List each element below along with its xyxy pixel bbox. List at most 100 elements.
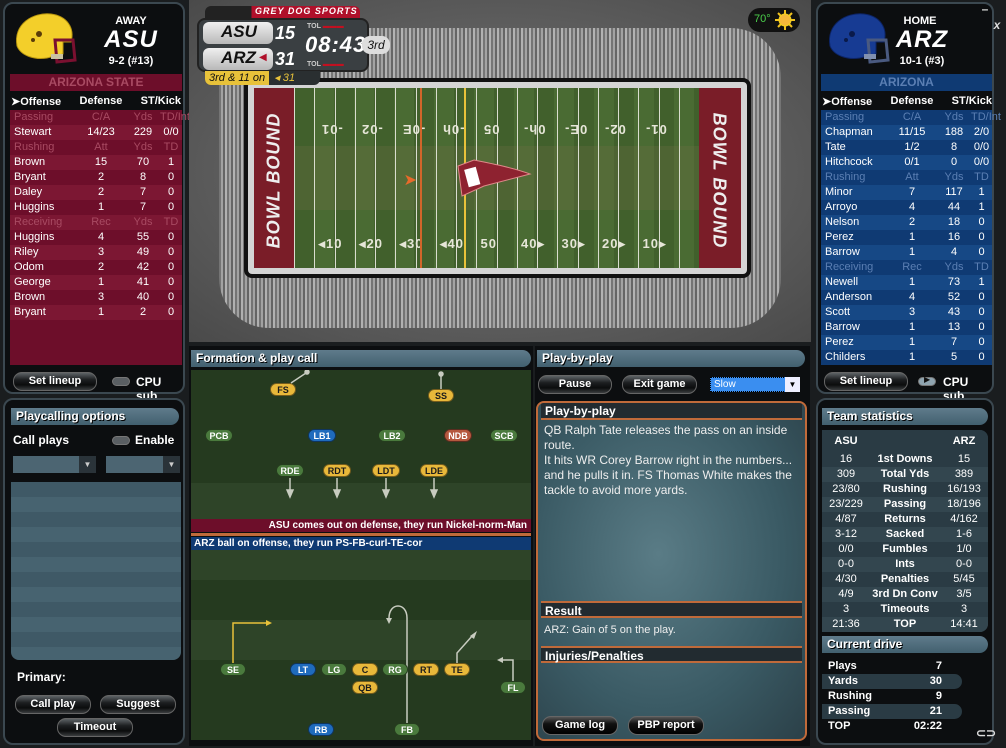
player-fl[interactable]: FL xyxy=(500,681,526,694)
player-lb2[interactable]: LB2 xyxy=(378,429,406,442)
player-ss[interactable]: SS xyxy=(428,389,454,402)
team-stat-row: 0/0 Fumbles 1/0 xyxy=(822,542,988,557)
team-stats-panel: Team statistics ASU ARZ 16 1st Downs 15 309 T… xyxy=(816,398,996,745)
exit-game-button[interactable]: Exit game xyxy=(622,375,697,394)
tab-offense[interactable]: ➤Offense xyxy=(11,95,61,108)
tab-offense[interactable]: ➤Offense xyxy=(822,95,872,108)
player-rdt[interactable]: RDT xyxy=(323,464,351,477)
tab-defense[interactable]: Defense xyxy=(891,95,934,108)
home-endzone: BOWL BOUND xyxy=(699,88,741,268)
play-list[interactable] xyxy=(11,482,181,660)
away-record: 9-2 (#13) xyxy=(108,55,154,67)
stat-label: 1st Downs xyxy=(877,453,933,465)
player-ndb[interactable]: NDB xyxy=(444,429,472,442)
drive-label: Yards xyxy=(828,675,858,687)
away-set-lineup-button[interactable]: Set lineup xyxy=(13,372,97,391)
stat-value: 52 xyxy=(947,291,961,303)
player-name: Anderson xyxy=(825,291,873,303)
home-stat-value: 5/45 xyxy=(953,573,975,585)
turf: -01 -02 -0E -0h 05 0h- 0E- 02- 01- ◂10 ◂20 ◂30 ◂40 50… xyxy=(294,88,700,268)
stat-label: Penalties xyxy=(880,573,930,585)
stat-value: 0 xyxy=(978,291,985,303)
stat-value: 7 xyxy=(950,336,958,348)
player-scb[interactable]: SCB xyxy=(490,429,518,442)
game-clock: 08:43 xyxy=(305,32,367,57)
player-name: Nelson xyxy=(825,216,860,228)
player-name: Bryant xyxy=(14,306,46,318)
pbp-text: QB Ralph Tate releases the pass on an in… xyxy=(544,423,805,498)
stat-value: 0 xyxy=(167,276,175,288)
enable-toggle[interactable] xyxy=(112,436,130,445)
stat-value: 0 xyxy=(167,171,175,183)
yard-line xyxy=(314,88,316,268)
stat-value: Att xyxy=(94,141,108,153)
stat-value: 0 xyxy=(167,291,175,303)
player-ldt[interactable]: LDT xyxy=(372,464,400,477)
home-stat-tabs: ➤Offense Defense ST/Kick xyxy=(822,95,992,108)
formation-panel: Formation & play call FS SS PCB LB1 LB2 NDB SC… xyxy=(189,346,533,746)
away-team-name: ARIZONA STATE xyxy=(10,74,182,91)
player-lde[interactable]: LDE xyxy=(420,464,448,477)
player-lb1[interactable]: LB1 xyxy=(308,429,336,442)
yard-number-bottom: 40▸ xyxy=(521,236,545,251)
player-se[interactable]: SE xyxy=(220,663,246,676)
player-pcb[interactable]: PCB xyxy=(205,429,233,442)
quarter: 3rd xyxy=(362,36,390,54)
stat-label: Total Yds xyxy=(880,468,930,480)
speed-select[interactable]: Slow ▼ xyxy=(710,377,800,392)
player-rb[interactable]: RB xyxy=(308,723,334,736)
team-stat-row: 3-12 Sacked 1-6 xyxy=(822,527,988,542)
player-qb[interactable]: QB xyxy=(352,681,378,694)
home-set-lineup-button[interactable]: Set lineup xyxy=(824,372,908,391)
chevron-down-icon: ▼ xyxy=(163,456,180,473)
link-icon[interactable]: ⊂⊃ xyxy=(976,726,996,740)
game-log-button[interactable]: Game log xyxy=(542,716,618,735)
suggest-button[interactable]: Suggest xyxy=(100,695,176,714)
team-stat-row: 23/229 Passing 18/196 xyxy=(822,497,988,512)
player-fb[interactable]: FB xyxy=(394,723,420,736)
chevron-down-icon: ▼ xyxy=(785,377,800,392)
stat-value: 1 xyxy=(908,336,916,348)
stat-value: C/A xyxy=(91,111,111,123)
stat-row: Perez 1 7 0 xyxy=(821,335,992,350)
minimize-button[interactable]: – xyxy=(978,2,992,16)
call-plays-label: Call plays xyxy=(13,433,70,447)
home-cpu-sub-toggle[interactable]: ▶ xyxy=(918,375,936,386)
close-button[interactable]: x xyxy=(990,18,1004,32)
call-play-button[interactable]: Call play xyxy=(15,695,91,714)
away-stat-value: 3-12 xyxy=(834,528,858,540)
stat-label: TOP xyxy=(893,618,917,630)
yard-number-top: -02 xyxy=(361,122,383,137)
stat-value: 0 xyxy=(978,246,985,258)
player-lt[interactable]: LT xyxy=(290,663,316,676)
tab-st-kick[interactable]: ST/Kick xyxy=(952,95,992,108)
stat-value: 18 xyxy=(947,216,961,228)
stat-value: 1 xyxy=(97,276,105,288)
play-select-2[interactable]: ▼ xyxy=(106,456,180,473)
player-rt[interactable]: RT xyxy=(413,663,439,676)
yard-number-top: 01- xyxy=(644,122,667,137)
pbp-report-button[interactable]: PBP report xyxy=(628,716,704,735)
chevron-down-icon: ▼ xyxy=(79,456,96,473)
possession-indicator: ◀ xyxy=(259,52,267,63)
player-rg[interactable]: RG xyxy=(382,663,408,676)
tab-defense[interactable]: Defense xyxy=(80,95,123,108)
away-cpu-sub-toggle[interactable] xyxy=(112,377,130,386)
timeout-button[interactable]: Timeout xyxy=(57,718,133,737)
pbp-line: and he pulls it in. FS Thomas White make… xyxy=(544,468,792,497)
pbp-line: It hits WR Corey Barrow right in the num… xyxy=(544,453,793,467)
player-c[interactable]: C xyxy=(352,663,378,676)
player-fs[interactable]: FS xyxy=(270,383,296,396)
drive-value: 21 xyxy=(929,705,942,717)
stat-value: 55 xyxy=(136,231,150,243)
tab-st-kick[interactable]: ST/Kick xyxy=(141,95,181,108)
home-stat-value: 1-6 xyxy=(956,528,972,540)
stat-value: Yds xyxy=(133,216,153,228)
player-te[interactable]: TE xyxy=(444,663,470,676)
player-rde[interactable]: RDE xyxy=(276,464,304,477)
player-name: Scott xyxy=(825,306,851,318)
play-select-1[interactable]: ▼ xyxy=(13,456,96,473)
stat-value: 49 xyxy=(136,246,150,258)
pause-button[interactable]: Pause xyxy=(538,375,612,394)
player-lg[interactable]: LG xyxy=(321,663,347,676)
